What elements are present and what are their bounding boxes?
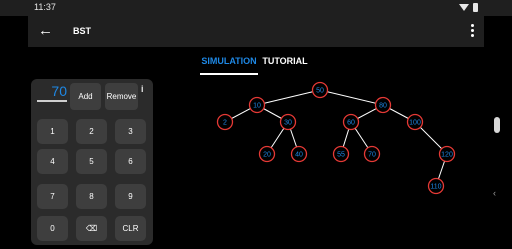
tree-node-label: 110 (430, 184, 441, 191)
tree-node-label: 30 (284, 120, 292, 127)
tree-node-70: 70 (363, 145, 381, 163)
tree-node-20: 20 (258, 145, 276, 163)
tree-node-80: 80 (374, 96, 392, 114)
tree-node-label: 2 (223, 120, 227, 127)
tree-node-40: 40 (290, 145, 308, 163)
tree-node-100: 100 (406, 113, 424, 131)
bst-diagram: 50 10 80 2 30 60 100 20 40 55 70 120 110 (216, 81, 456, 195)
tree-edge (256, 89, 321, 106)
tree-node-label: 20 (263, 152, 271, 159)
tree-node-60: 60 (342, 113, 360, 131)
tree-nodes: 50 10 80 2 30 60 100 20 40 55 70 120 110 (216, 81, 456, 195)
tree-node-label: 50 (316, 88, 324, 95)
tree-node-50: 50 (311, 81, 329, 99)
tree-edge (319, 89, 384, 106)
scroll-handle[interactable] (494, 117, 500, 133)
chevron-left-icon[interactable]: ‹ (493, 188, 496, 198)
tree-node-label: 60 (347, 120, 355, 127)
tree-node-label: 55 (337, 152, 345, 159)
tree-node-110: 110 (427, 177, 445, 195)
tree-node-label: 80 (379, 103, 387, 110)
tree-node-label: 70 (368, 152, 376, 159)
tree-node-10: 10 (248, 96, 266, 114)
tree-node-120: 120 (438, 145, 456, 163)
tree-node-label: 120 (441, 152, 453, 159)
tree-node-label: 100 (409, 120, 421, 127)
tree-node-30: 30 (279, 113, 297, 131)
tree-node-label: 10 (253, 103, 261, 110)
tree-node-label: 40 (295, 152, 303, 159)
tree-node-2: 2 (216, 113, 234, 131)
tree-node-55: 55 (332, 145, 350, 163)
